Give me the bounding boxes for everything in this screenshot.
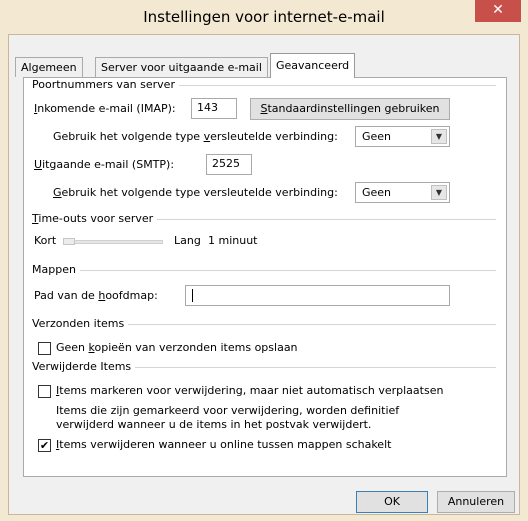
smtp-port-input[interactable]: 2525: [206, 154, 252, 175]
ok-button-label: OK: [384, 495, 400, 508]
smtp-encryption-value: Geen: [362, 186, 392, 199]
purge-on-switch-checkbox[interactable]: ✔: [38, 439, 51, 452]
imap-encryption-value: Geen: [362, 130, 392, 143]
dialog-body: Algemeen Server voor uitgaande e-mail Ge…: [8, 34, 520, 515]
section-divider: [32, 270, 496, 271]
imap-port-input[interactable]: 143: [191, 98, 237, 119]
tab-uitgaande-server[interactable]: Server voor uitgaande e-mail: [95, 57, 268, 77]
purge-on-switch-label[interactable]: Items verwijderen wanneer u online tusse…: [56, 438, 391, 451]
deletion-note-line2: verwijderd wanneer u de items in het pos…: [56, 418, 372, 431]
title-bar: Instellingen voor internet-e-mail ✕: [0, 0, 528, 34]
no-sent-copies-checkbox[interactable]: [38, 342, 51, 355]
window-title: Instellingen voor internet-e-mail: [143, 8, 385, 26]
no-sent-copies-label[interactable]: Geen kopieën van verzonden items opslaan: [56, 341, 298, 354]
smtp-encryption-label: Gebruik het volgende type versleutelde v…: [53, 186, 338, 199]
close-button[interactable]: ✕: [475, 0, 521, 22]
section-ports-title: Poortnummers van server: [32, 78, 179, 91]
timeout-slider[interactable]: [63, 240, 163, 244]
tab-algemeen[interactable]: Algemeen: [15, 57, 83, 77]
timeout-short-label: Kort: [34, 234, 57, 247]
imap-port-value: 143: [197, 101, 218, 114]
timeout-long-label: Lang: [174, 234, 201, 247]
smtp-port-value: 2525: [212, 157, 240, 170]
deletion-note-line1: Items die zijn gemarkeerd voor verwijder…: [56, 404, 400, 417]
imap-encryption-select[interactable]: Geen ▼: [355, 126, 450, 147]
smtp-port-label: Uitgaande e-mail (SMTP):: [34, 158, 175, 171]
tab-label: Server voor uitgaande e-mail: [101, 61, 262, 74]
root-folder-label: Pad van de hoofdmap:: [34, 289, 158, 302]
tab-label: Geavanceerd: [276, 59, 350, 72]
smtp-encryption-select[interactable]: Geen ▼: [355, 182, 450, 203]
section-sent-title: Verzonden items: [32, 317, 129, 330]
ok-button[interactable]: OK: [356, 491, 428, 513]
checkmark-icon: ✔: [39, 439, 50, 452]
use-defaults-button[interactable]: Standaardinstellingen gebruiken: [250, 98, 450, 120]
section-deleted-title: Verwijderde Items: [32, 360, 136, 373]
tab-label: Algemeen: [21, 61, 77, 74]
advanced-panel: Poortnummers van server Inkomende e-mail…: [23, 77, 507, 477]
chevron-down-icon[interactable]: ▼: [431, 185, 447, 200]
mark-for-deletion-checkbox[interactable]: [38, 385, 51, 398]
imap-port-label: Inkomende e-mail (IMAP):: [34, 102, 176, 115]
cancel-button[interactable]: Annuleren: [437, 491, 515, 513]
text-cursor: [192, 289, 193, 302]
timeout-slider-thumb[interactable]: [63, 238, 75, 245]
close-icon[interactable]: ✕: [492, 2, 504, 18]
tab-geavanceerd[interactable]: Geavanceerd: [270, 53, 356, 78]
timeout-value: 1 minuut: [208, 234, 258, 247]
section-folders-title: Mappen: [32, 263, 80, 276]
imap-encryption-label: Gebruik het volgende type versleutelde v…: [53, 130, 338, 143]
mark-for-deletion-label[interactable]: Items markeren voor verwijdering, maar n…: [56, 384, 443, 397]
section-timeouts-title: Time-outs voor server: [32, 212, 158, 225]
cancel-button-label: Annuleren: [447, 495, 505, 508]
root-folder-input[interactable]: [185, 285, 450, 306]
chevron-down-icon[interactable]: ▼: [431, 129, 447, 144]
